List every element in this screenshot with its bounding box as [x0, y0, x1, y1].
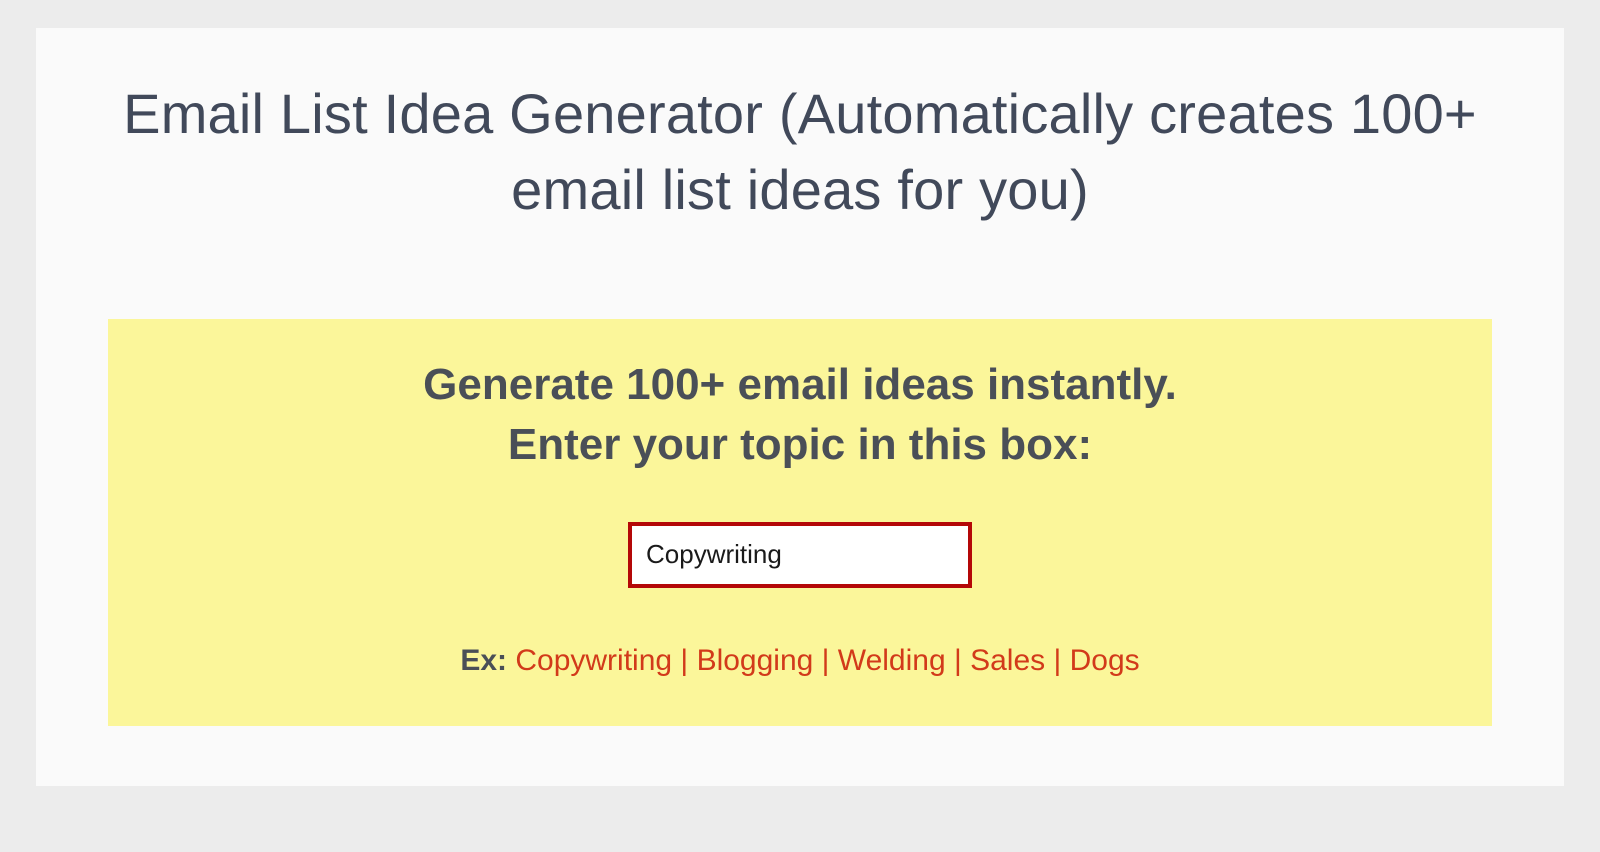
example-separator: | — [1045, 644, 1069, 677]
topic-input[interactable] — [628, 522, 972, 588]
examples-list: Copywriting | Blogging | Welding | Sales… — [515, 644, 1139, 677]
example-separator: | — [813, 644, 837, 677]
example-link-blogging[interactable]: Blogging — [697, 644, 814, 677]
prompt-heading: Generate 100+ email ideas instantly. Ent… — [168, 355, 1432, 474]
examples-label: Ex: — [460, 644, 507, 677]
prompt-heading-line2: Enter your topic in this box: — [508, 420, 1092, 469]
example-link-sales[interactable]: Sales — [970, 644, 1045, 677]
example-separator: | — [672, 644, 696, 677]
page-title: Email List Idea Generator (Automatically… — [108, 76, 1492, 227]
outer-container: Email List Idea Generator (Automatically… — [0, 0, 1600, 786]
example-link-dogs[interactable]: Dogs — [1070, 644, 1140, 677]
prompt-box: Generate 100+ email ideas instantly. Ent… — [108, 319, 1492, 726]
example-link-welding[interactable]: Welding — [838, 644, 946, 677]
prompt-heading-line1: Generate 100+ email ideas instantly. — [423, 360, 1177, 409]
example-separator: | — [946, 644, 970, 677]
content-card: Email List Idea Generator (Automatically… — [36, 28, 1564, 786]
example-link-copywriting[interactable]: Copywriting — [515, 644, 672, 677]
examples-line: Ex: Copywriting | Blogging | Welding | S… — [168, 644, 1432, 678]
